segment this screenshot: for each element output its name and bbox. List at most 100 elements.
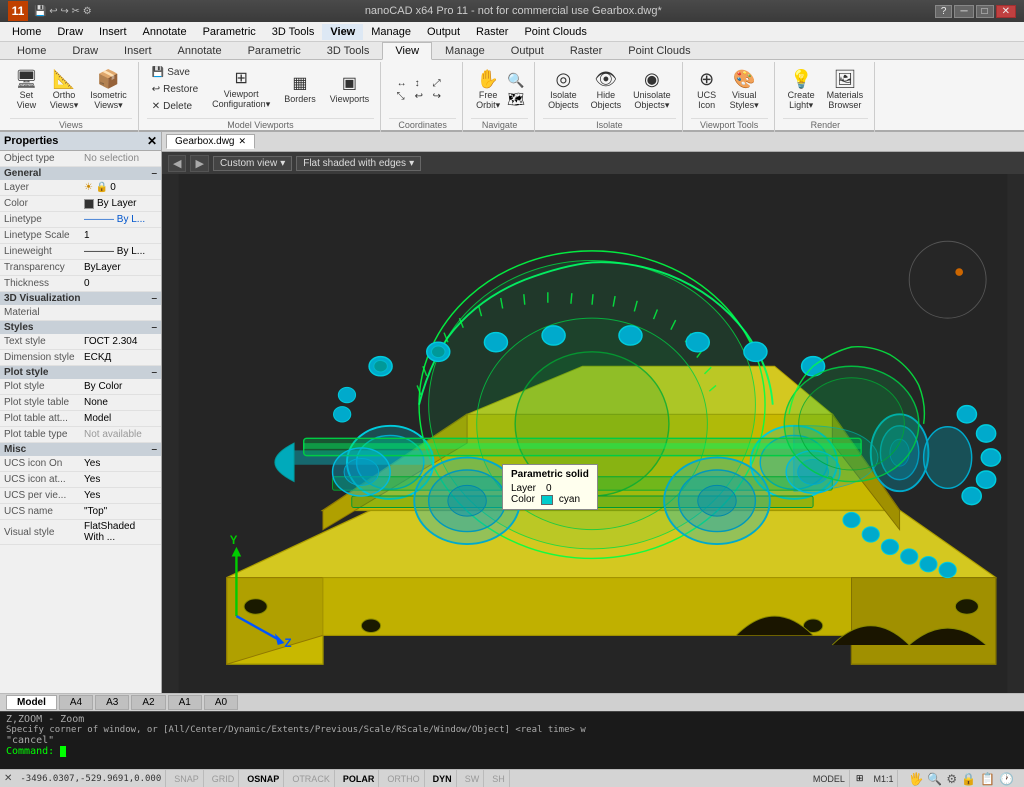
menu-view[interactable]: View — [322, 24, 363, 40]
prop-ucs-per-view: UCS per vie... Yes — [0, 488, 161, 504]
menu-home[interactable]: Home — [4, 24, 49, 40]
btn-visual-styles[interactable]: 🎨 VisualStyles▾ — [725, 64, 764, 116]
free-orbit-icon: ✋ — [477, 70, 499, 88]
tab-a4[interactable]: A4 — [59, 695, 93, 710]
tab-parametric[interactable]: Parametric — [235, 42, 314, 59]
text-style-value: ГОСТ 2.304 — [84, 336, 157, 347]
viewport-tab-label: Gearbox.dwg — [175, 136, 234, 147]
ucs-icon-at-value: Yes — [84, 474, 157, 485]
btn-hide-objects[interactable]: 👁 HideObjects — [586, 64, 627, 116]
ortho-views-icon: 📐 — [53, 70, 75, 88]
close-btn[interactable]: ✕ — [996, 5, 1016, 18]
btn-unisolate-objects[interactable]: ◉ UnisolateObjects▾ — [628, 64, 676, 116]
view-selector-arrow: ▾ — [280, 158, 285, 169]
tab-model[interactable]: Model — [6, 695, 57, 710]
svg-text:Y: Y — [230, 535, 238, 547]
osnap-btn[interactable]: OSNAP — [243, 770, 284, 787]
tab-3dtools[interactable]: 3D Tools — [314, 42, 383, 59]
ortho-btn[interactable]: ORTHO — [383, 770, 424, 787]
btn-borders[interactable]: ▦ Borders — [279, 64, 321, 116]
otrack-btn[interactable]: OTRACK — [288, 770, 335, 787]
btn-isometric-views[interactable]: 📦 IsometricViews▾ — [85, 64, 132, 116]
btn-restore[interactable]: ↩ Restore — [147, 81, 203, 97]
snap-btn[interactable]: SNAP — [170, 770, 204, 787]
coord-icon-5: ↩ — [415, 91, 431, 102]
menu-annotate[interactable]: Annotate — [135, 24, 195, 40]
tab-raster[interactable]: Raster — [557, 42, 615, 59]
nav-back-btn[interactable]: ◀ — [168, 155, 186, 172]
sh-btn[interactable]: SH — [488, 770, 510, 787]
menu-manage[interactable]: Manage — [363, 24, 419, 40]
menu-output[interactable]: Output — [419, 24, 468, 40]
svg-text:Z: Z — [284, 638, 291, 650]
tab-annotate[interactable]: Annotate — [165, 42, 235, 59]
menu-insert[interactable]: Insert — [91, 24, 135, 40]
dyn-btn[interactable]: DYN — [429, 770, 457, 787]
tab-a0[interactable]: A0 — [204, 695, 238, 710]
model-indicator: MODEL — [809, 770, 850, 787]
section-misc-collapse[interactable]: – — [151, 444, 157, 455]
btn-viewports[interactable]: ▣ Viewports — [325, 64, 374, 116]
grid-btn[interactable]: GRID — [208, 770, 240, 787]
window-title: nanoCAD x64 Pro 11 - not for commercial … — [365, 5, 662, 17]
restore-btn[interactable]: □ — [976, 5, 994, 18]
linetype-scale-value: 1 — [84, 230, 157, 241]
tab-insert[interactable]: Insert — [111, 42, 165, 59]
settings-icon[interactable]: ⚙ — [946, 772, 957, 786]
prop-plot-style: Plot style By Color — [0, 379, 161, 395]
layers-icon[interactable]: 📋 — [980, 772, 995, 786]
nav-forward-btn[interactable]: ▶ — [190, 155, 208, 172]
menu-parametric[interactable]: Parametric — [195, 24, 264, 40]
view-selector[interactable]: Custom view ▾ — [213, 156, 292, 171]
group-render: 💡 CreateLight▾ 🖼 MaterialsBrowser Render — [777, 62, 876, 132]
tab-draw[interactable]: Draw — [59, 42, 111, 59]
btn-free-orbit[interactable]: ✋ FreeOrbit▾ — [471, 64, 505, 116]
coord-icon-2: ↕ — [415, 78, 431, 89]
btn-materials-browser[interactable]: 🖼 MaterialsBrowser — [822, 64, 869, 116]
nav-icon-1[interactable]: 🔍 — [507, 72, 525, 89]
polar-btn[interactable]: POLAR — [339, 770, 380, 787]
btn-delete[interactable]: ✕ Delete — [147, 98, 203, 114]
help-btn[interactable]: ? — [935, 5, 953, 18]
menu-draw[interactable]: Draw — [49, 24, 91, 40]
viewport-tab-gearbox[interactable]: Gearbox.dwg ✕ — [166, 134, 255, 149]
btn-ucs-icon[interactable]: ⊕ UCSIcon — [691, 64, 723, 116]
menu-raster[interactable]: Raster — [468, 24, 516, 40]
menu-3dtools[interactable]: 3D Tools — [264, 24, 323, 40]
btn-viewport-config[interactable]: ⊞ ViewportConfiguration▾ — [207, 64, 275, 116]
properties-close-btn[interactable]: ✕ — [147, 134, 157, 148]
sw-btn[interactable]: SW — [461, 770, 485, 787]
tab-manage[interactable]: Manage — [432, 42, 498, 59]
properties-panel: Properties ✕ Object type No selection Ge… — [0, 132, 162, 693]
menu-pointclouds[interactable]: Point Clouds — [516, 24, 594, 40]
shading-selector[interactable]: Flat shaded with edges ▾ — [296, 156, 421, 171]
command-prompt[interactable]: Command: _ — [6, 746, 1018, 757]
btn-set-view[interactable]: 🖥 SetView — [10, 64, 43, 116]
section-styles-label: Styles — [4, 322, 33, 333]
section-plot-label: Plot style — [4, 367, 48, 378]
tab-view[interactable]: View — [382, 42, 432, 60]
tab-pointclouds[interactable]: Point Clouds — [615, 42, 703, 59]
tab-a1[interactable]: A1 — [168, 695, 202, 710]
section-general-collapse[interactable]: – — [151, 168, 157, 179]
group-model-viewports-label: Model Viewports — [147, 118, 374, 130]
tab-a3[interactable]: A3 — [95, 695, 129, 710]
ribbon-content: 🖥 SetView 📐 OrthoViews▾ 📦 IsometricViews… — [0, 60, 1024, 134]
color-swatch — [84, 199, 94, 209]
btn-ortho-views[interactable]: 📐 OrthoViews▾ — [45, 64, 83, 116]
minimize-btn[interactable]: ─ — [954, 5, 973, 18]
btn-isolate-objects[interactable]: ◎ IsolateObjects — [543, 64, 584, 116]
section-plot-collapse[interactable]: – — [151, 367, 157, 378]
section-3dviz-collapse[interactable]: – — [151, 293, 157, 304]
search-icon[interactable]: 🔍 — [927, 772, 942, 786]
nav-icon-2[interactable]: 🗺 — [507, 91, 525, 108]
viewport-tab-close[interactable]: ✕ — [238, 136, 246, 147]
btn-save[interactable]: 💾 Save — [147, 64, 203, 80]
tab-a2[interactable]: A2 — [131, 695, 165, 710]
tab-output[interactable]: Output — [498, 42, 557, 59]
section-styles-collapse[interactable]: – — [151, 322, 157, 333]
tab-home[interactable]: Home — [4, 42, 59, 59]
btn-create-light[interactable]: 💡 CreateLight▾ — [783, 64, 820, 116]
canvas-area[interactable]: Y Z Parametric solid Layer 0 Col — [162, 174, 1024, 693]
viewport[interactable]: Gearbox.dwg ✕ ◀ ▶ Custom view ▾ Flat sha… — [162, 132, 1024, 693]
